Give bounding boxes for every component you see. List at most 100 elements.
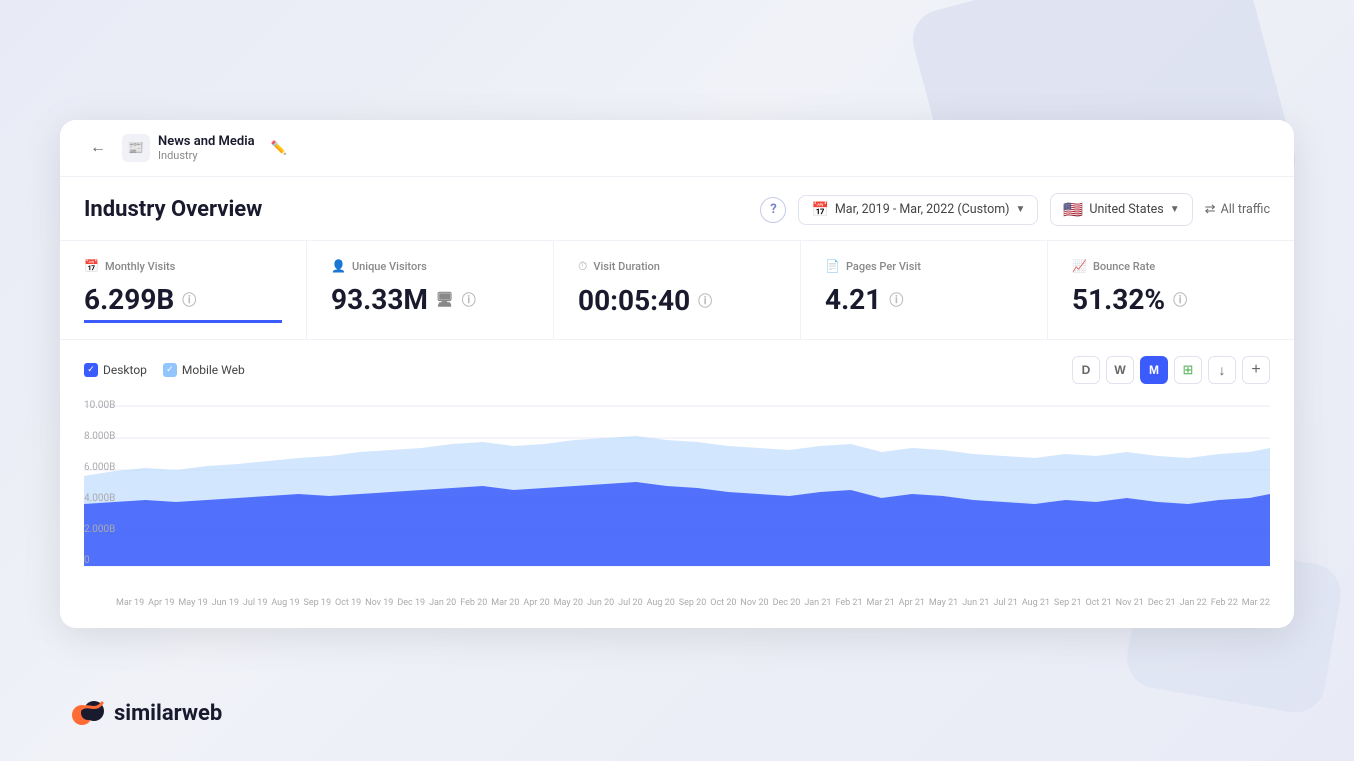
metric-info-duration[interactable]: ⓘ	[698, 291, 712, 311]
x-label: Oct 21	[1086, 598, 1112, 608]
x-label: Feb 21	[835, 598, 862, 608]
download-icon: ↓	[1219, 362, 1226, 378]
header-controls: ? 📅 Mar, 2019 - Mar, 2022 (Custom) ▼ 🇺🇸 …	[760, 193, 1270, 226]
main-card: ← 📰 News and Media Industry ✏️ Industry …	[60, 120, 1294, 628]
country-flag: 🇺🇸	[1063, 200, 1083, 219]
desktop-checkbox[interactable]: ✓	[84, 363, 98, 377]
x-label: May 20	[554, 598, 583, 608]
top-nav: ← 📰 News and Media Industry ✏️	[60, 120, 1294, 177]
x-label: May 19	[178, 598, 207, 608]
similarweb-logo: similarweb	[70, 695, 222, 731]
metric-icon-bounce: 📈	[1072, 259, 1087, 273]
traffic-selector[interactable]: ⇄ All traffic	[1205, 202, 1270, 217]
metric-info-monthly[interactable]: ⓘ	[182, 290, 196, 310]
excel-export-button[interactable]: ⊞	[1174, 356, 1202, 384]
breadcrumb: 📰 News and Media Industry ✏️	[122, 134, 287, 162]
metric-info-unique[interactable]: ⓘ	[462, 290, 476, 310]
download-button[interactable]: ↓	[1208, 356, 1236, 384]
mobile-checkbox[interactable]: ✓	[163, 363, 177, 377]
header-row: Industry Overview ? 📅 Mar, 2019 - Mar, 2…	[60, 177, 1294, 241]
x-label: Jul 21	[993, 598, 1017, 608]
help-button[interactable]: ?	[760, 197, 786, 223]
chart-section: ✓ Desktop ✓ Mobile Web D W M ⊞ ↓	[60, 340, 1294, 628]
similarweb-logo-icon	[70, 695, 106, 731]
x-label: Oct 20	[710, 598, 736, 608]
chart-legend: ✓ Desktop ✓ Mobile Web	[84, 363, 245, 377]
nav-icon: 📰	[122, 134, 150, 162]
x-label: Jul 19	[243, 598, 267, 608]
metric-value-monthly-visits: 6.299B ⓘ	[84, 283, 282, 323]
metric-icon-pages: 📄	[825, 259, 840, 273]
period-month-button[interactable]: M	[1140, 356, 1168, 384]
metric-label-bounce: 📈 Bounce Rate	[1072, 259, 1270, 273]
nav-title: News and Media	[158, 134, 255, 149]
metric-value-pages: 4.21 ⓘ	[825, 283, 1023, 316]
metric-label-pages: 📄 Pages Per Visit	[825, 259, 1023, 273]
calendar-icon: 📅	[811, 202, 828, 218]
metric-value-unique: 93.33M 🖥 ⓘ	[331, 283, 529, 316]
excel-icon: ⊞	[1183, 362, 1194, 378]
period-week-button[interactable]: W	[1106, 356, 1134, 384]
monitor-icon[interactable]: 🖥	[436, 292, 454, 308]
metrics-row: 📅 Monthly Visits 6.299B ⓘ 👤 Unique Visit…	[60, 241, 1294, 340]
traffic-label-text: All traffic	[1221, 202, 1270, 217]
metric-icon-unique: 👤	[331, 259, 346, 273]
x-label: Mar 19	[116, 598, 144, 608]
nav-subtitle: Industry	[158, 149, 255, 162]
x-label: Apr 19	[148, 598, 174, 608]
country-picker[interactable]: 🇺🇸 United States ▼	[1050, 193, 1192, 226]
edit-icon[interactable]: ✏️	[271, 141, 287, 156]
metric-icon-monthly: 📅	[84, 259, 99, 273]
metric-bounce-rate: 📈 Bounce Rate 51.32% ⓘ	[1048, 241, 1294, 339]
metric-value-duration: 00:05:40 ⓘ	[578, 284, 776, 317]
metric-pages-per-visit: 📄 Pages Per Visit 4.21 ⓘ	[801, 241, 1048, 339]
x-label: Mar 21	[867, 598, 895, 608]
x-label: Feb 20	[460, 598, 487, 608]
x-label: Nov 21	[1116, 598, 1144, 608]
x-label: Aug 19	[271, 598, 299, 608]
x-label: Nov 20	[740, 598, 768, 608]
metric-monthly-visits: 📅 Monthly Visits 6.299B ⓘ	[60, 241, 307, 339]
add-button[interactable]: +	[1242, 356, 1270, 384]
metric-unique-visitors: 👤 Unique Visitors 93.33M 🖥 ⓘ	[307, 241, 554, 339]
x-label: Aug 21	[1022, 598, 1050, 608]
chart-area: 10.00B 8.000B 6.000B 4.000B 2.000B 0	[84, 396, 1270, 596]
metric-info-bounce[interactable]: ⓘ	[1173, 290, 1187, 310]
traffic-icon: ⇄	[1205, 202, 1216, 217]
back-button[interactable]: ←	[84, 134, 112, 162]
nav-category-icon: 📰	[128, 141, 144, 156]
legend-desktop-label: Desktop	[103, 363, 147, 377]
x-label: Jan 21	[804, 598, 831, 608]
x-label: Jun 20	[587, 598, 614, 608]
page-title: Industry Overview	[84, 197, 760, 222]
metric-label-duration: ⏱ Visit Duration	[578, 259, 776, 274]
x-label: Sep 20	[679, 598, 707, 608]
chevron-down-icon-country: ▼	[1170, 204, 1180, 215]
x-label: Dec 20	[773, 598, 801, 608]
x-label: Dec 21	[1148, 598, 1176, 608]
x-label: Jul 20	[618, 598, 642, 608]
metric-icon-duration: ⏱	[578, 259, 587, 274]
metric-label-unique: 👤 Unique Visitors	[331, 259, 529, 273]
similarweb-logo-text: similarweb	[114, 701, 222, 726]
add-icon: +	[1251, 361, 1260, 379]
chart-controls-row: ✓ Desktop ✓ Mobile Web D W M ⊞ ↓	[84, 356, 1270, 384]
chevron-down-icon: ▼	[1016, 204, 1026, 215]
x-label: Nov 19	[365, 598, 393, 608]
x-label: Dec 19	[397, 598, 425, 608]
date-range-label: Mar, 2019 - Mar, 2022 (Custom)	[835, 202, 1010, 217]
x-label: Mar 22	[1242, 598, 1270, 608]
legend-mobile[interactable]: ✓ Mobile Web	[163, 363, 245, 377]
legend-desktop[interactable]: ✓ Desktop	[84, 363, 147, 377]
x-label: Jan 22	[1180, 598, 1207, 608]
x-label: May 21	[929, 598, 958, 608]
x-label: Jun 19	[212, 598, 239, 608]
x-label: Sep 19	[304, 598, 332, 608]
x-label: Oct 19	[335, 598, 361, 608]
x-label: Apr 21	[899, 598, 925, 608]
date-range-picker[interactable]: 📅 Mar, 2019 - Mar, 2022 (Custom) ▼	[798, 195, 1038, 225]
x-label: Aug 20	[647, 598, 675, 608]
legend-mobile-label: Mobile Web	[182, 363, 245, 377]
metric-info-pages[interactable]: ⓘ	[889, 290, 903, 310]
period-day-button[interactable]: D	[1072, 356, 1100, 384]
